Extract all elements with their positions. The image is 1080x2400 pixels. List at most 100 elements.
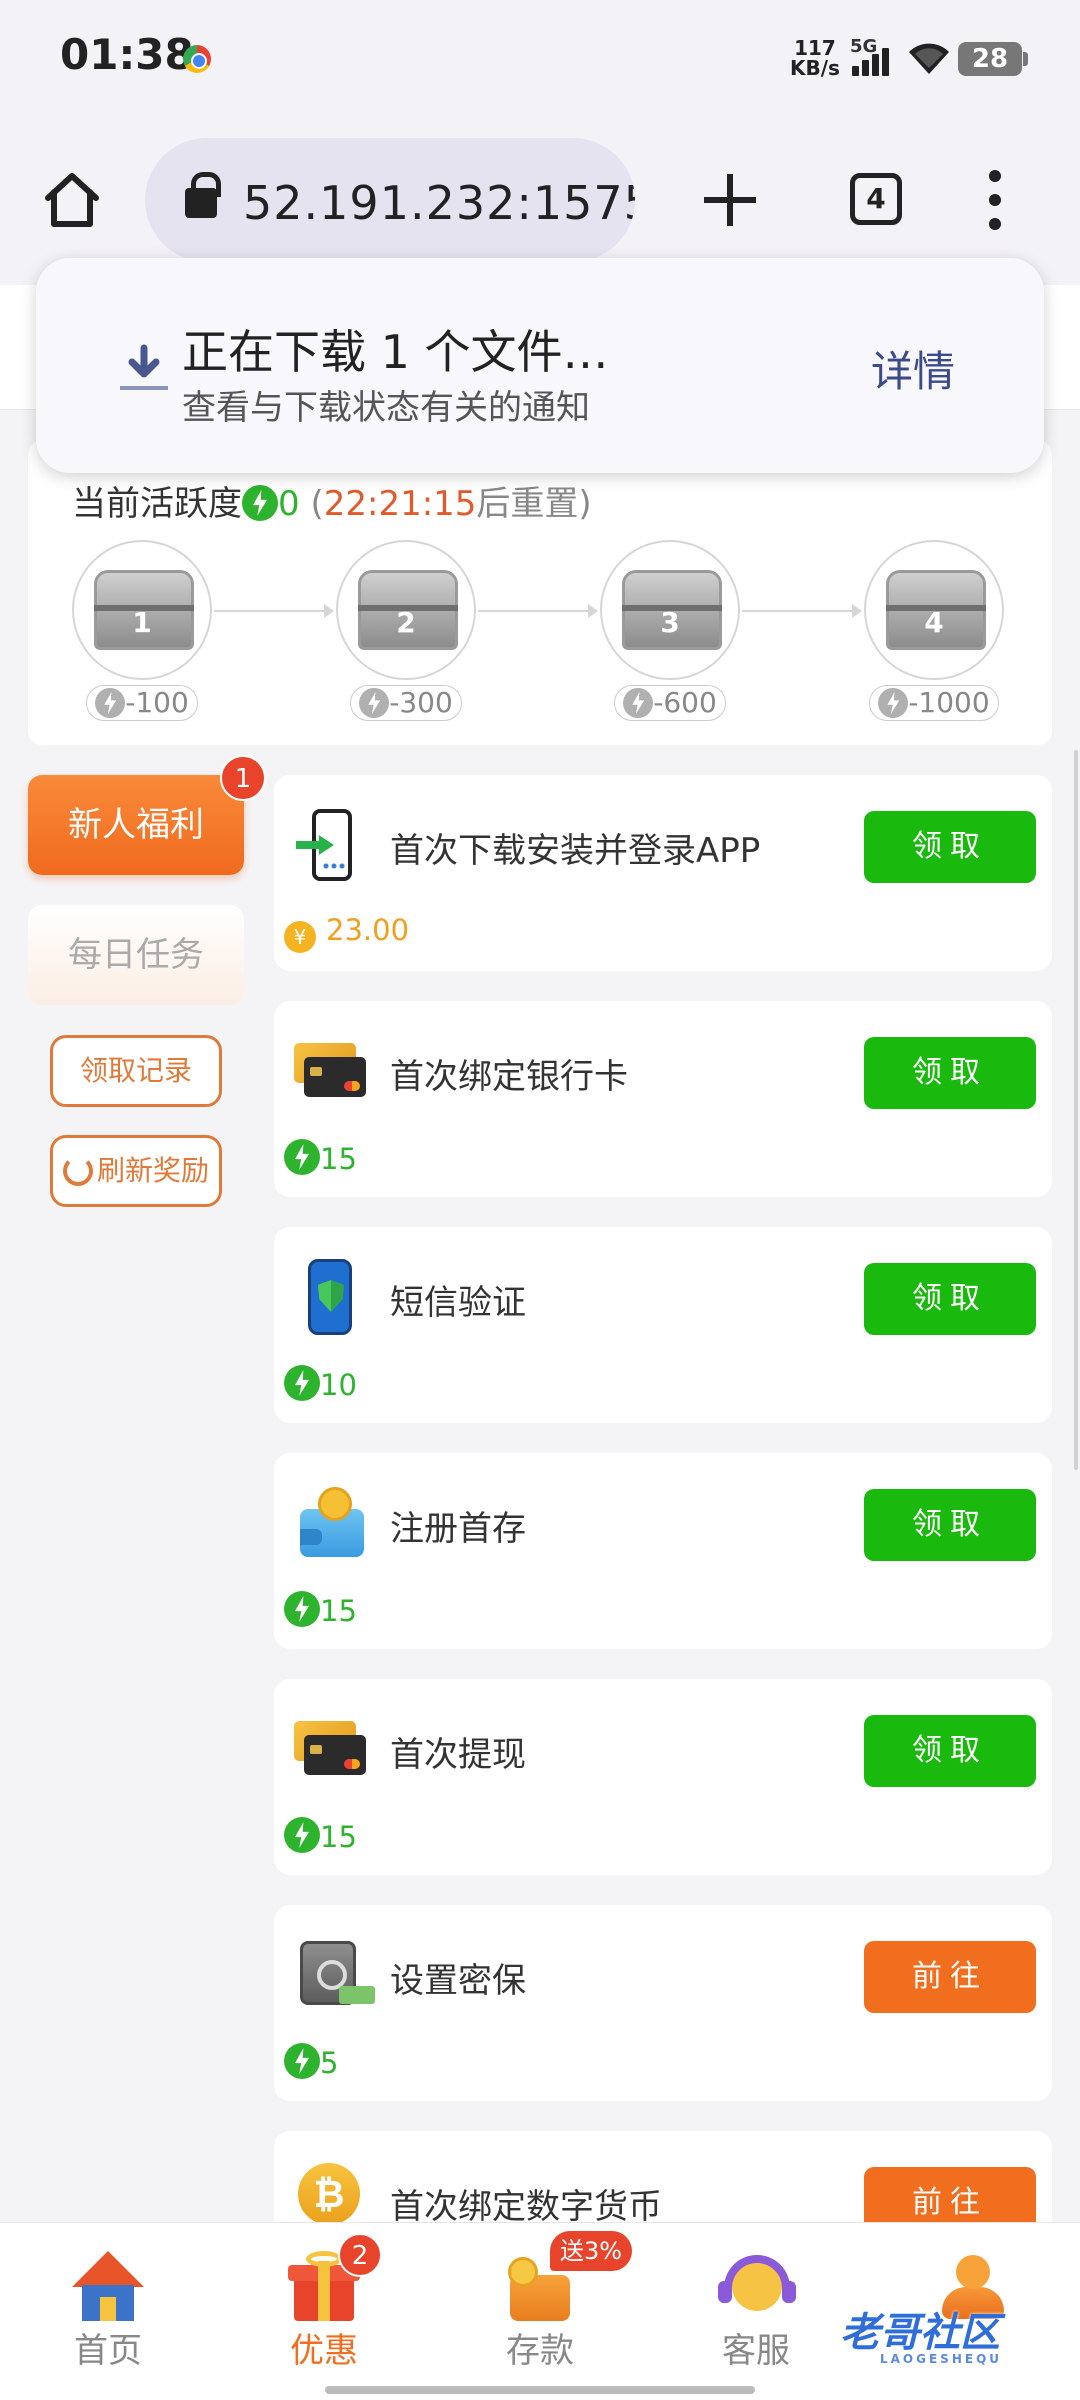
task-name: 首次绑定银行卡 (390, 1057, 628, 1097)
refresh-rewards-button[interactable]: 刷新奖励 (50, 1135, 222, 1207)
bank-card-icon (290, 1709, 370, 1789)
task-reward-value: 10 (320, 1368, 357, 1402)
lock-icon (185, 172, 221, 218)
task-reward: 10 (284, 1365, 357, 1402)
task-name: 注册首存 (390, 1509, 526, 1549)
wifi-icon (909, 43, 949, 74)
go-button[interactable]: 前往 (864, 1941, 1036, 2013)
more-menu-icon[interactable] (985, 170, 1005, 230)
reset-time: 22:21:15 (323, 484, 477, 524)
nav-label: 首页 (74, 2331, 142, 2371)
bolt-icon (623, 688, 654, 718)
bolt-icon (878, 688, 909, 718)
activity-value: 0 (278, 484, 300, 524)
task-reward-value: 23.00 (326, 913, 410, 947)
nav-customer-service[interactable]: 客服 (648, 2223, 864, 2400)
chest-cost: -300 (326, 685, 486, 721)
chest-4[interactable]: 4 (864, 540, 1004, 680)
chest-number: 3 (660, 606, 680, 639)
tab-daily-tasks[interactable]: 每日任务 (28, 905, 244, 1005)
task-name: 首次提现 (390, 1735, 526, 1775)
chest-cost-value: -300 (389, 686, 453, 719)
chest-cost-value: -100 (125, 686, 189, 719)
task-reward: 15 (284, 1817, 357, 1854)
bolt-icon (284, 1591, 320, 1627)
claim-records-label: 领取记录 (79, 1054, 192, 1087)
bonus-tag: 送3% (550, 2231, 633, 2271)
chest-cost-value: -1000 (908, 686, 990, 719)
watermark: 老哥社区 LAOGESHEQU (840, 2300, 1002, 2370)
net-speed-unit: KB/s (790, 56, 840, 80)
net-speed-value: 117 (794, 36, 836, 60)
bolt-icon (284, 1817, 320, 1853)
nav-label: 客服 (722, 2331, 790, 2371)
chest-cost: -100 (62, 685, 222, 721)
chest-number: 4 (924, 606, 944, 639)
claim-button[interactable]: 领取 (864, 1715, 1036, 1787)
bolt-icon (284, 1139, 320, 1175)
notification-badge: 1 (220, 755, 266, 801)
bolt-icon (284, 2043, 320, 2079)
refresh-icon (62, 1156, 93, 1186)
status-bar: 01:38 117 KB/s 5G 28 (0, 0, 1080, 120)
chest-2[interactable]: 2 (336, 540, 476, 680)
home-indicator[interactable] (325, 2386, 755, 2394)
watermark-text: 老哥社区 (840, 2310, 1000, 2356)
nav-home[interactable]: 首页 (0, 2223, 216, 2400)
bolt-icon (95, 688, 126, 718)
nav-promotions[interactable]: 2 优惠 (216, 2223, 432, 2400)
tab-switcher-button[interactable]: 4 (850, 173, 902, 225)
chest-number: 1 (132, 606, 152, 639)
task-reward-value: 15 (320, 1594, 357, 1628)
nav-label: 优惠 (290, 2331, 358, 2371)
bitcoin-symbol: ₿ (298, 2163, 360, 2225)
task-name: 设置密保 (390, 1961, 526, 2001)
task-reward: 5 (284, 2043, 338, 2080)
activity-card: 当前活跃度 0 (22:21:15后重置) 1 2 3 4 -100 -300 -… (28, 440, 1052, 745)
claim-button[interactable]: 领取 (864, 1489, 1036, 1561)
tab-newcomer-benefits[interactable]: 新人福利 (28, 775, 244, 875)
task-reward-value: 15 (320, 1142, 357, 1176)
bolt-icon (242, 485, 278, 521)
task-name: 短信验证 (390, 1283, 526, 1323)
nav-label: 存款 (506, 2331, 574, 2371)
watermark-sub: LAOGESHEQU (880, 2352, 1003, 2366)
claim-button[interactable]: 领取 (864, 1263, 1036, 1335)
chrome-icon (183, 45, 211, 73)
status-time: 01:38 (60, 30, 194, 79)
scrollbar[interactable] (1074, 750, 1078, 1470)
battery-icon: 28 (958, 42, 1028, 76)
task-card: 注册首存 15 领取 (274, 1453, 1052, 1649)
download-title: 正在下载 1 个文件… (182, 325, 609, 379)
chest-connector (478, 604, 598, 618)
chest-1[interactable]: 1 (72, 540, 212, 680)
new-tab-button[interactable] (700, 170, 760, 230)
nav-deposit[interactable]: 送3% 存款 (432, 2223, 648, 2400)
customer-service-icon (716, 2251, 796, 2323)
signal-icon: 5G (850, 36, 900, 80)
download-details-button[interactable]: 详情 (871, 338, 955, 399)
download-icon (120, 344, 168, 390)
coin-icon: ¥ (284, 921, 316, 953)
net-speed: 117 KB/s (790, 38, 840, 78)
task-reward: 15 (284, 1139, 357, 1176)
chest-connector (214, 604, 334, 618)
activity-label: 当前活跃度 (72, 484, 242, 524)
chest-cost-value: -600 (653, 686, 717, 719)
task-name: 首次绑定数字货币 (390, 2187, 662, 2227)
safe-icon (290, 1935, 375, 2015)
claim-button[interactable]: 领取 (864, 1037, 1036, 1109)
address-bar[interactable]: 52.191.232:15751 (145, 138, 635, 262)
chest-3[interactable]: 3 (600, 540, 740, 680)
download-notification[interactable]: 正在下载 1 个文件… 查看与下载状态有关的通知 详情 (36, 258, 1044, 473)
bank-card-icon (290, 1031, 370, 1111)
paren-open: ( (310, 484, 324, 524)
claim-button[interactable]: 领取 (864, 811, 1036, 883)
claim-records-button[interactable]: 领取记录 (50, 1035, 222, 1107)
task-reward: 15 (284, 1591, 357, 1628)
chest-cost: -1000 (854, 685, 1014, 721)
wallet-icon (290, 1483, 370, 1563)
home-icon[interactable] (40, 168, 104, 232)
task-reward-value: 15 (320, 1820, 357, 1854)
task-card: 首次提现 15 领取 (274, 1679, 1052, 1875)
